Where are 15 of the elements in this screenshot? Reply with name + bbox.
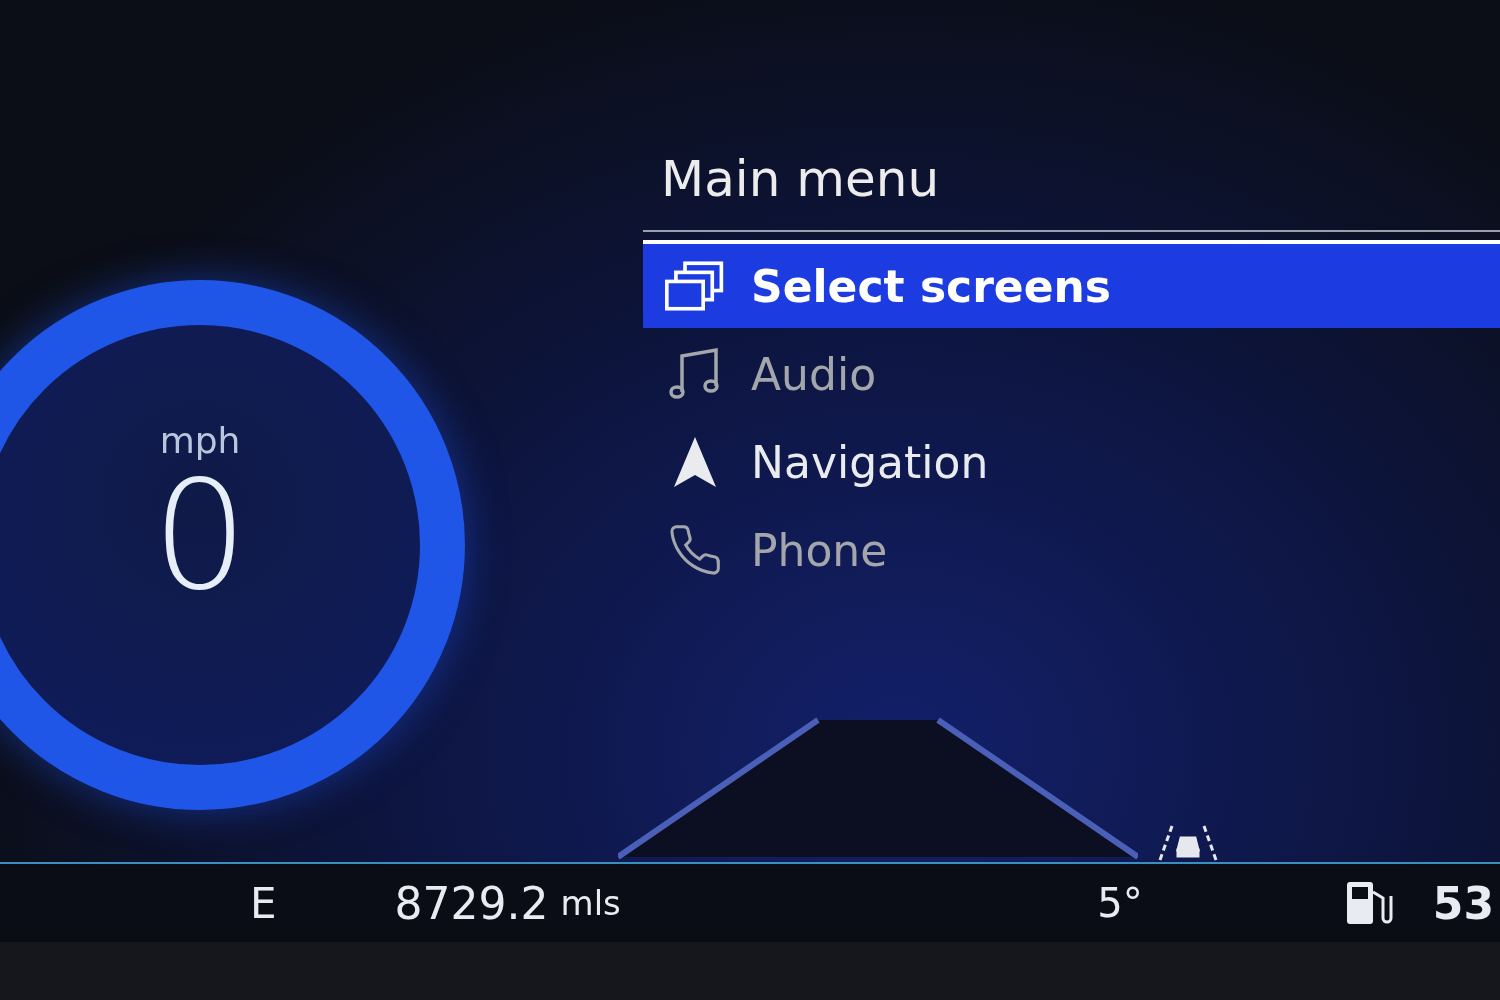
music-note-icon xyxy=(668,346,722,402)
menu-item[interactable]: Navigation xyxy=(643,416,1500,504)
navigation-arrow-icon xyxy=(672,435,718,489)
menu-title: Main menu xyxy=(661,150,941,210)
stacked-windows-icon xyxy=(665,258,725,314)
menu-item[interactable]: Select screens xyxy=(643,240,1500,328)
speed-value: 0 xyxy=(152,460,248,611)
phone-icon xyxy=(667,522,723,578)
outside-temperature: 5° xyxy=(1097,880,1143,926)
speed-unit: mph xyxy=(159,419,241,461)
fuel-range: 53 xyxy=(1432,877,1494,929)
lane-assist-icon xyxy=(1158,824,1218,862)
odometer-unit: mls xyxy=(560,883,621,923)
gear-indicator: E xyxy=(250,878,277,928)
odometer-value: 8729.2 xyxy=(394,877,549,929)
